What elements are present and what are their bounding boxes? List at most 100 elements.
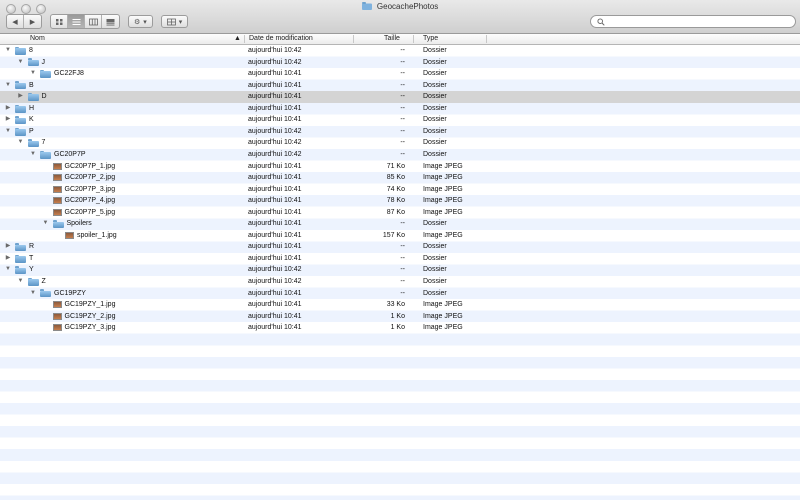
file-row[interactable]: ▶spoiler_1.jpg aujourd'hui 10:41 157 Ko Ima… (0, 230, 800, 242)
search-field[interactable] (590, 15, 796, 28)
disclosure-triangle-right-icon[interactable]: ▶ (17, 93, 25, 101)
file-row[interactable]: ▶ Kaujourd'hui 10:41 -- Dossier (0, 114, 800, 126)
file-row[interactable]: ▶GC20P7P_5.jpg aujourd'hui 10:41 87 Ko Imag… (0, 207, 800, 219)
file-size: -- (400, 289, 405, 297)
column-view-button[interactable] (85, 15, 102, 28)
file-row[interactable]: ▶ Daujourd'hui 10:41 -- Dossier (0, 91, 800, 103)
column-name-header[interactable]: Nom (30, 34, 45, 44)
file-row[interactable]: ▶GC19PZY_3.jpg aujourd'hui 10:41 1 Ko Image… (0, 322, 800, 334)
disclosure-triangle-down-icon[interactable]: ▼ (17, 278, 25, 286)
file-size: -- (400, 116, 405, 124)
folder-icon (15, 266, 26, 275)
file-row[interactable]: ▶GC20P7P_4.jpg aujourd'hui 10:41 78 Ko Imag… (0, 195, 800, 207)
file-row[interactable]: ▼ Paujourd'hui 10:42 -- Dossier (0, 126, 800, 138)
file-row[interactable]: ▶ Taujourd'hui 10:41 -- Dossier (0, 253, 800, 265)
file-row[interactable]: ▼ 8 aujourd'hui 10:42 -- Dossier (0, 45, 800, 57)
file-name: K (29, 116, 34, 124)
file-row[interactable]: ▼ GC19PZY aujourd'hui 10:41 -- Dossier (0, 288, 800, 300)
file-row[interactable]: ▼ GC20P7P aujourd'hui 10:42 -- Dossier (0, 149, 800, 161)
action-menu-button[interactable]: ⚙ ▾ (128, 15, 153, 28)
file-row[interactable]: ▼ GC22FJ8 aujourd'hui 10:41 -- Dossier (0, 68, 800, 80)
file-row[interactable]: ▼ Spoilers aujourd'hui 10:41 -- Dossier (0, 218, 800, 230)
forward-button[interactable]: ▶ (24, 15, 41, 28)
folder-icon (40, 69, 51, 78)
disclosure-triangle-right-icon[interactable]: ▶ (4, 255, 12, 263)
file-type: Dossier (423, 93, 447, 101)
arrange-menu-button[interactable]: ▾ (160, 15, 189, 28)
file-row[interactable]: ▶GC19PZY_2.jpg aujourd'hui 10:41 1 Ko Image… (0, 311, 800, 323)
file-size: 85 Ko (386, 174, 405, 182)
file-row[interactable]: ▼ Jaujourd'hui 10:42 -- Dossier (0, 57, 800, 69)
file-size: -- (400, 150, 405, 158)
disclosure-triangle-down-icon[interactable]: ▼ (4, 266, 12, 274)
file-type: Dossier (423, 70, 447, 78)
disclosure-triangle-right-icon[interactable]: ▶ (4, 243, 12, 251)
file-row[interactable]: ▶GC20P7P_3.jpg aujourd'hui 10:41 74 Ko Imag… (0, 184, 800, 196)
disclosure-triangle-down-icon[interactable]: ▼ (29, 151, 37, 159)
file-row[interactable]: ▶GC20P7P_2.jpg aujourd'hui 10:41 85 Ko Imag… (0, 172, 800, 184)
file-type: Image JPEG (423, 231, 463, 239)
date-modified: aujourd'hui 10:41 (248, 197, 302, 205)
image-file-icon (52, 162, 62, 170)
column-divider[interactable] (353, 35, 354, 43)
date-modified: aujourd'hui 10:42 (248, 58, 302, 66)
file-type: Image JPEG (423, 185, 463, 193)
file-row[interactable]: ▶ Raujourd'hui 10:41 -- Dossier (0, 241, 800, 253)
disclosure-triangle-down-icon[interactable]: ▼ (17, 139, 25, 147)
column-divider[interactable] (244, 35, 245, 43)
gear-icon: ⚙ (134, 18, 141, 26)
disclosure-triangle-down-icon[interactable]: ▼ (42, 220, 50, 228)
file-row[interactable]: ▶GC19PZY_1.jpg aujourd'hui 10:41 33 Ko Imag… (0, 299, 800, 311)
file-size: 1 Ko (390, 324, 405, 332)
name-cell: ▶GC20P7P_1.jpg (42, 161, 116, 173)
file-type: Image JPEG (423, 197, 463, 205)
disclosure-triangle-down-icon[interactable]: ▼ (29, 289, 37, 297)
file-row[interactable]: ▼ 7 aujourd'hui 10:42 -- Dossier (0, 137, 800, 149)
file-type: Dossier (423, 266, 447, 274)
disclosure-triangle-right-icon[interactable]: ▶ (4, 105, 12, 113)
file-type: Dossier (423, 243, 447, 251)
file-type: Dossier (423, 278, 447, 285)
name-cell: ▶ K (4, 114, 34, 126)
icon-view-button[interactable] (51, 15, 68, 28)
coverflow-view-button[interactable] (102, 15, 119, 28)
column-divider[interactable] (413, 35, 414, 43)
file-row[interactable]: ▼ Baujourd'hui 10:41 -- Dossier (0, 80, 800, 92)
file-row[interactable]: ▼ Yaujourd'hui 10:42 -- Dossier (0, 264, 800, 276)
folder-icon (27, 92, 39, 101)
column-type-header[interactable]: Type (423, 34, 438, 44)
folder-icon (15, 254, 26, 263)
file-size: -- (400, 81, 405, 89)
back-button[interactable]: ◀ (7, 15, 24, 28)
column-divider[interactable] (486, 35, 487, 43)
finder-window: GeocachePhotos ◀ ▶ ⚙ ▾ ▾ Nom ▲ Date de m… (0, 0, 800, 500)
file-row[interactable]: ▶GC20P7P_1.jpg aujourd'hui 10:41 71 Ko Imag… (0, 161, 800, 173)
file-row[interactable]: ▼ Zaujourd'hui 10:42 -- Dossier (0, 276, 800, 288)
date-modified: aujourd'hui 10:42 (248, 278, 302, 285)
date-modified: aujourd'hui 10:41 (248, 289, 302, 297)
disclosure-triangle-down-icon[interactable]: ▼ (29, 70, 37, 78)
file-type: Image JPEG (423, 324, 463, 332)
list-view-button[interactable] (68, 15, 85, 28)
file-name: GC20P7P_1.jpg (64, 162, 116, 170)
name-cell: ▶GC19PZY_1.jpg (42, 299, 115, 311)
name-cell: ▼ Z (17, 276, 46, 288)
image-file-icon (52, 185, 62, 193)
column-date-header[interactable]: Date de modification (249, 34, 313, 44)
disclosure-triangle-right-icon[interactable]: ▶ (4, 116, 12, 124)
disclosure-triangle-down-icon[interactable]: ▼ (4, 81, 12, 89)
search-input[interactable] (605, 17, 789, 26)
file-type: Dossier (423, 127, 447, 135)
disclosure-triangle-down-icon[interactable]: ▼ (4, 128, 12, 136)
file-type: Image JPEG (423, 162, 463, 170)
date-modified: aujourd'hui 10:41 (248, 254, 302, 262)
file-name: Y (29, 266, 34, 274)
file-size: -- (400, 243, 405, 251)
name-cell: ▶ D (17, 91, 47, 103)
file-type: Dossier (423, 81, 447, 89)
file-row[interactable]: ▶ Haujourd'hui 10:41 -- Dossier (0, 103, 800, 115)
folder-icon (52, 220, 64, 229)
disclosure-triangle-down-icon[interactable]: ▼ (4, 47, 12, 55)
column-size-header[interactable]: Taille (384, 34, 400, 44)
disclosure-triangle-down-icon[interactable]: ▼ (17, 58, 25, 66)
